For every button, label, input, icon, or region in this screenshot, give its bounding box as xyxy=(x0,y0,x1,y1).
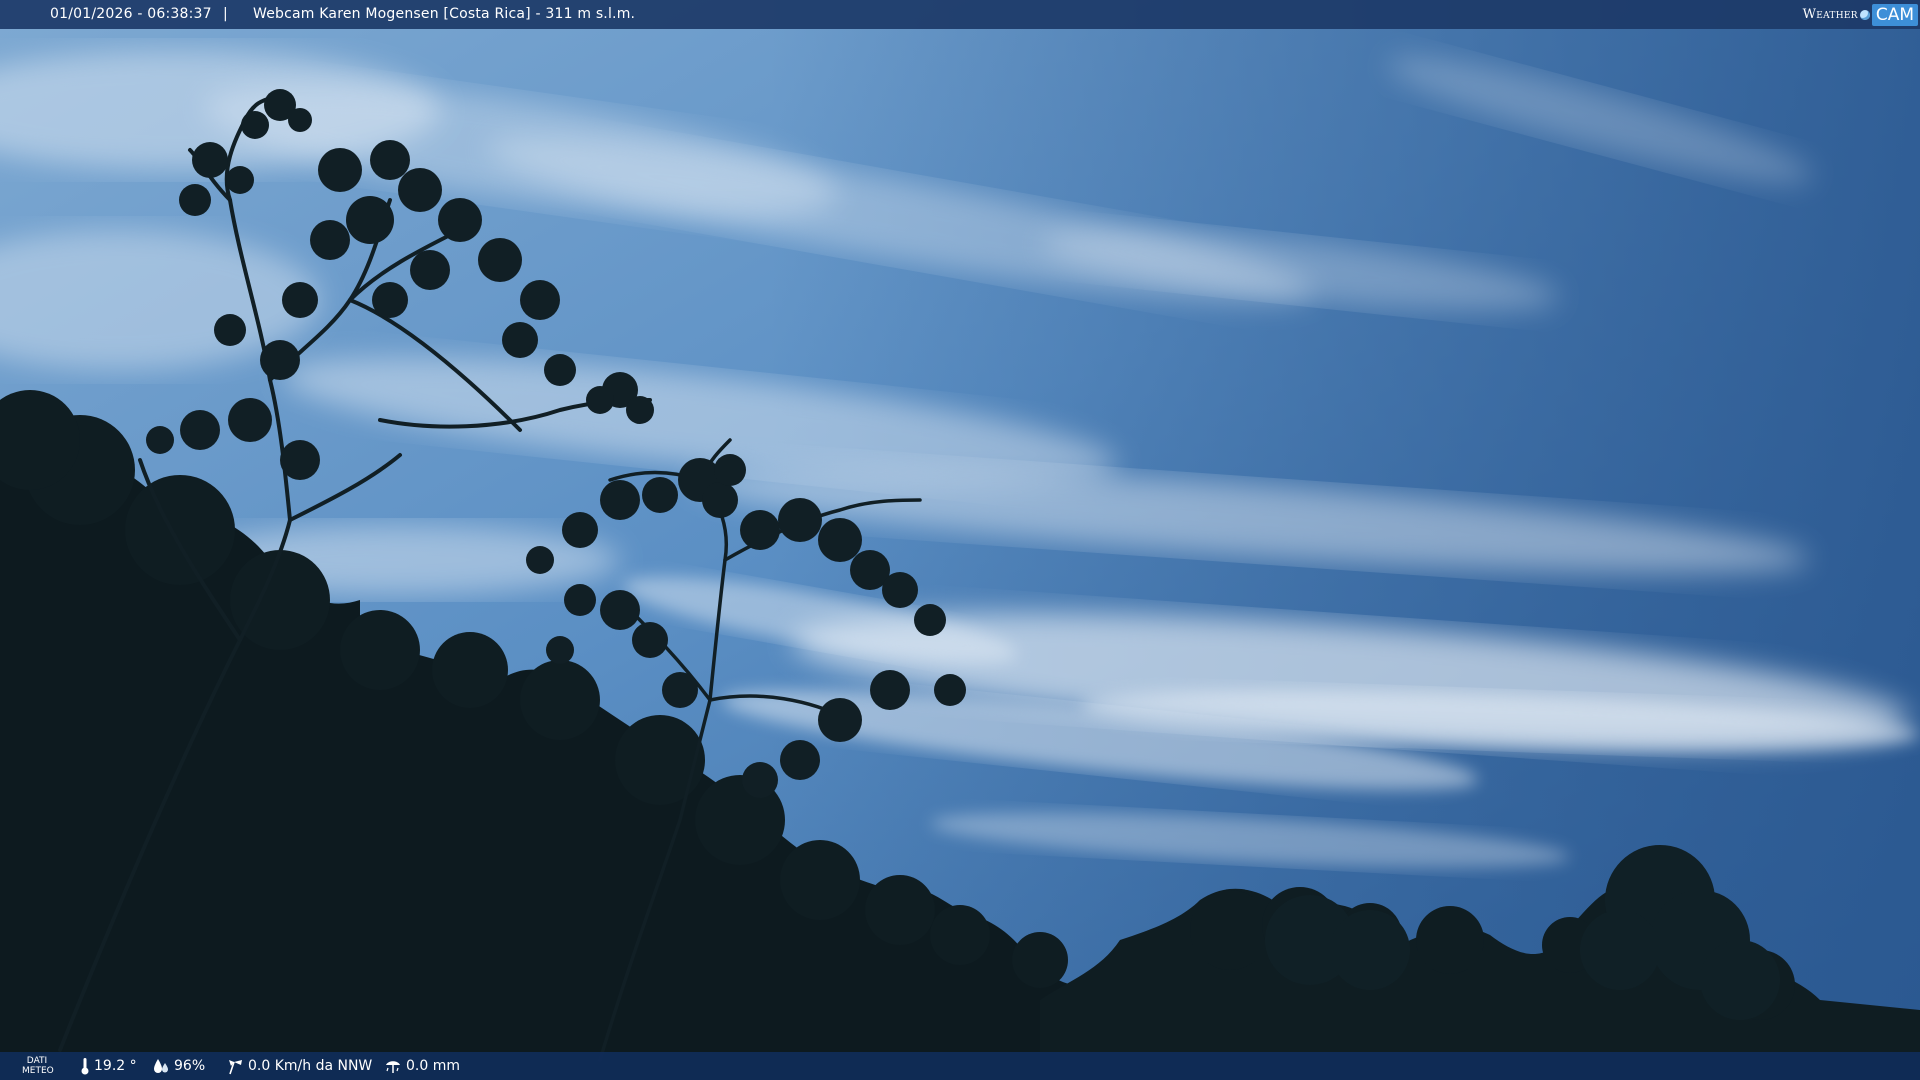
temperature-stat: 19.2 ° xyxy=(80,1057,137,1075)
timestamp: 01/01/2026 - 06:38:37 xyxy=(50,6,212,22)
dati-line1: DATI xyxy=(26,1056,48,1066)
dati-line2: METEO xyxy=(22,1066,54,1076)
wind-icon xyxy=(229,1060,242,1075)
thermometer-icon xyxy=(81,1058,89,1075)
wind-value: 0.0 Km/h da NNW xyxy=(248,1058,373,1074)
humidity-stat: 96% xyxy=(152,1057,205,1075)
temperature-value: 19.2 ° xyxy=(94,1058,137,1074)
webcam-image xyxy=(0,0,1920,1080)
sky-scene xyxy=(0,0,1920,1080)
humidity-value: 96% xyxy=(174,1058,206,1074)
rain-value: 0.0 mm xyxy=(406,1058,460,1074)
webcam-title: Webcam Karen Mogensen [Costa Rica] - 311… xyxy=(253,6,636,22)
logo-word: Weather xyxy=(1802,7,1858,22)
logo-globe-icon xyxy=(1859,9,1870,20)
weathercam-logo: Weather CAM xyxy=(1803,2,1918,27)
wind-stat: 0.0 Km/h da NNW xyxy=(226,1057,372,1075)
dati-meteo-label: DATI METEO xyxy=(22,1056,54,1076)
rain-gauge-icon xyxy=(386,1061,400,1073)
rain-stat: 0.0 mm xyxy=(384,1057,460,1075)
top-info-bar: 01/01/2026 - 06:38:37 | Webcam Karen Mog… xyxy=(0,0,1920,29)
humidity-icon xyxy=(154,1059,168,1073)
logo-cam: CAM xyxy=(1871,3,1918,26)
header-separator: | xyxy=(223,6,228,22)
weather-data-bar: DATI METEO 19.2 ° 96% 0.0 Km/h da NNW 0.… xyxy=(0,1052,1920,1080)
